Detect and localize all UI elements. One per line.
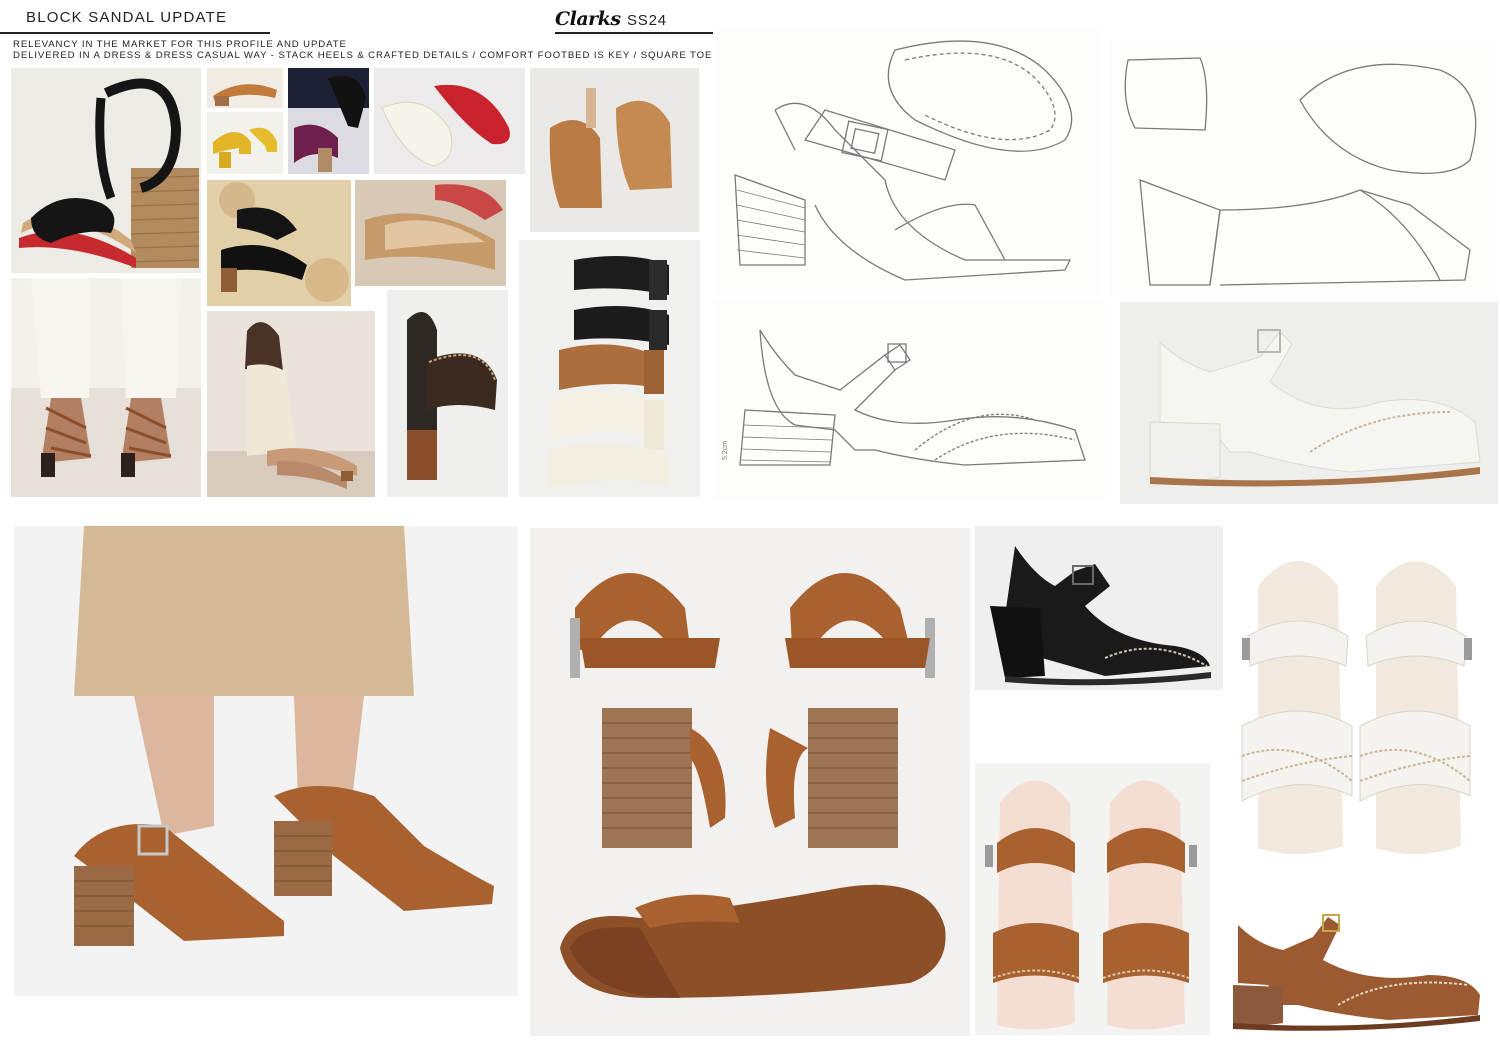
photo-red-insole <box>374 68 525 174</box>
photo-yellow-block-sandal <box>207 112 283 174</box>
clarks-logo: Clarks <box>555 8 621 30</box>
photo-metallic-insole-hands <box>355 180 506 286</box>
photo-white-sandal-top-view <box>1228 526 1486 870</box>
photo-tan-sandal-top-view <box>975 763 1210 1035</box>
photo-white-criss-cross-sandal <box>1120 302 1498 504</box>
photo-model-tan-sandals <box>14 526 518 996</box>
brand-header: Clarks SS24 <box>555 8 667 30</box>
photo-wrap-ankle-legs <box>11 278 201 497</box>
photo-black-slide-rug <box>207 180 351 306</box>
photo-black-block-sandal <box>975 526 1223 690</box>
page-title: BLOCK SANDAL UPDATE <box>26 9 228 26</box>
photo-tan-sandal-back-and-sole <box>530 528 970 1036</box>
season-label: SS24 <box>626 12 667 29</box>
photo-black-wrap-sandal <box>11 68 201 273</box>
title-underline <box>0 32 270 34</box>
subtitle-line-2: DELIVERED IN A DRESS & DRESS CASUAL WAY … <box>13 50 793 61</box>
sketch-square-mule <box>1110 40 1495 295</box>
photo-dark-slide-wood-heel <box>387 290 508 497</box>
heel-height-note: 5.2cm <box>722 441 729 460</box>
brand-underline <box>555 32 713 34</box>
photo-velvet-strappy-heels <box>288 68 369 174</box>
photo-model-seated <box>207 311 375 497</box>
subtitle-line-1: RELEVANCY IN THE MARKET FOR THIS PROFILE… <box>13 39 347 50</box>
sketch-buckle-sandal <box>715 30 1100 295</box>
sketch-criss-cross-sandal: 5.2cm <box>715 300 1105 500</box>
photo-tan-square-mules <box>530 68 699 232</box>
photo-tan-criss-cross-side <box>1228 905 1486 1035</box>
photo-tan-cross-mule <box>207 68 283 108</box>
photo-woven-slides-lineup <box>519 240 700 497</box>
